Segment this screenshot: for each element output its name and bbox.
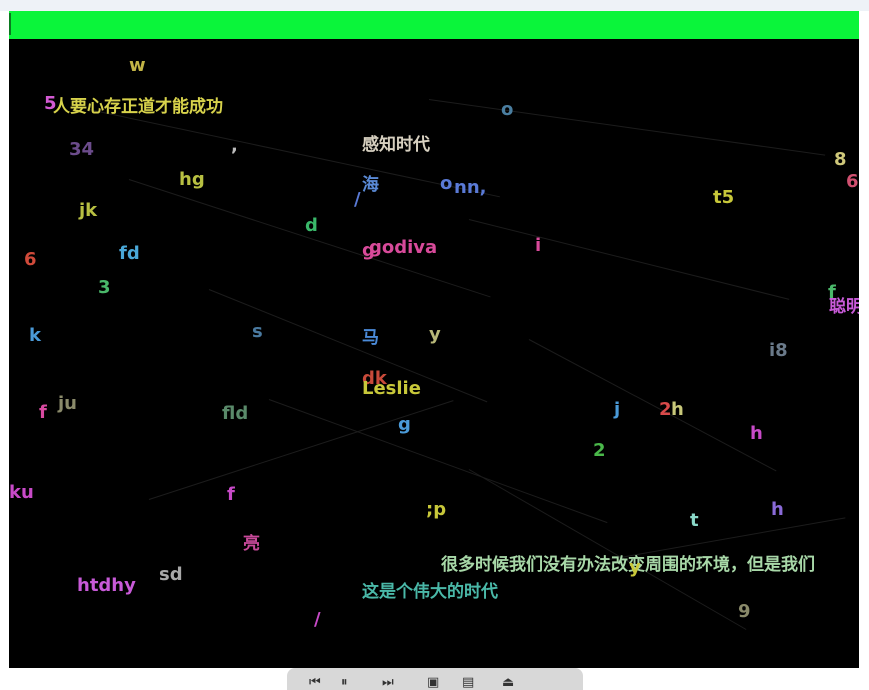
eject-icon[interactable]: ⏏ bbox=[502, 676, 514, 689]
floating-word: 海 bbox=[362, 175, 379, 195]
floating-word: h bbox=[771, 499, 784, 520]
floating-word: 很多时候我们没有办法改变周围的环境，但是我们 bbox=[441, 555, 815, 575]
floating-word: fd bbox=[119, 243, 140, 264]
floating-word: jk bbox=[79, 200, 98, 221]
background-streak bbox=[88, 109, 500, 198]
floating-word: t bbox=[690, 510, 699, 531]
progress-bar bbox=[9, 11, 859, 39]
save-icon[interactable]: ▣ bbox=[427, 676, 439, 689]
floating-word: 感知时代 bbox=[362, 135, 430, 155]
floating-word: y bbox=[629, 557, 641, 578]
floating-word: o bbox=[440, 173, 453, 194]
floating-word: fld bbox=[222, 403, 249, 424]
floating-word: ;p bbox=[426, 499, 447, 520]
animation-canvas: w 5 人要心存正道才能成功 o 34, 感知时代 8 6 hg 海 o nn, t5 jk / d g godi… bbox=[9, 39, 859, 668]
floating-word: k bbox=[29, 325, 41, 346]
floating-word: h bbox=[750, 423, 763, 444]
floating-word: i bbox=[535, 235, 542, 256]
floating-word: ju bbox=[58, 393, 77, 414]
background-streak bbox=[608, 517, 846, 560]
floating-word: 6 bbox=[24, 249, 37, 270]
floating-word: Leslie bbox=[362, 378, 421, 399]
next-frame-icon[interactable]: ⏭ bbox=[382, 676, 394, 689]
floating-word: i8 bbox=[769, 340, 788, 361]
floating-word: 2 bbox=[659, 399, 672, 420]
floating-word: 6 bbox=[846, 171, 859, 192]
floating-word: s bbox=[252, 321, 263, 342]
floating-word: g bbox=[398, 414, 411, 435]
background-streak bbox=[208, 289, 488, 403]
pause-icon[interactable]: ⏸ bbox=[341, 676, 348, 689]
floating-word: 2 bbox=[593, 440, 606, 461]
floating-word: 8 bbox=[834, 149, 847, 170]
floating-word: f bbox=[227, 484, 235, 505]
floating-word: / bbox=[314, 609, 321, 630]
playback-toolbar: ⏮ ⏸ ⏭ ▣ ▤ ⏏ bbox=[287, 668, 583, 690]
floating-word: hg bbox=[179, 169, 205, 190]
window-top-bar bbox=[0, 0, 869, 11]
floating-word: 34 bbox=[69, 139, 95, 160]
floating-word: 9 bbox=[738, 601, 751, 622]
floating-word: ku bbox=[9, 482, 34, 503]
floating-word: 人要心存正道才能成功 bbox=[53, 97, 223, 117]
floating-word: y bbox=[429, 324, 441, 345]
floating-word: nn, bbox=[454, 177, 487, 198]
save-all-icon[interactable]: ▤ bbox=[462, 676, 474, 689]
background-streak bbox=[428, 99, 826, 156]
background-streak bbox=[528, 339, 777, 472]
floating-word: w bbox=[129, 55, 146, 76]
floating-word: o bbox=[501, 99, 514, 120]
floating-word: 马 bbox=[362, 328, 379, 348]
floating-word: t5 bbox=[713, 187, 735, 208]
background-streak bbox=[468, 219, 790, 300]
floating-word: godiva bbox=[369, 237, 438, 258]
floating-word: sd bbox=[159, 564, 183, 585]
floating-word: htdhy bbox=[77, 575, 136, 596]
floating-word: , bbox=[231, 135, 238, 156]
background-streak bbox=[468, 469, 747, 630]
floating-word: / bbox=[354, 189, 361, 210]
floating-word: 聪明 bbox=[829, 297, 859, 317]
floating-word: j bbox=[614, 399, 621, 420]
floating-word: h bbox=[671, 399, 684, 420]
prev-frame-icon[interactable]: ⏮ bbox=[309, 676, 321, 689]
floating-word: 3 bbox=[98, 277, 111, 298]
floating-word: 亮 bbox=[243, 534, 260, 554]
floating-word: 这是个伟大的时代 bbox=[362, 582, 498, 602]
floating-word: d bbox=[305, 215, 318, 236]
floating-word: f bbox=[39, 402, 47, 423]
progress-start-tick bbox=[9, 13, 11, 35]
